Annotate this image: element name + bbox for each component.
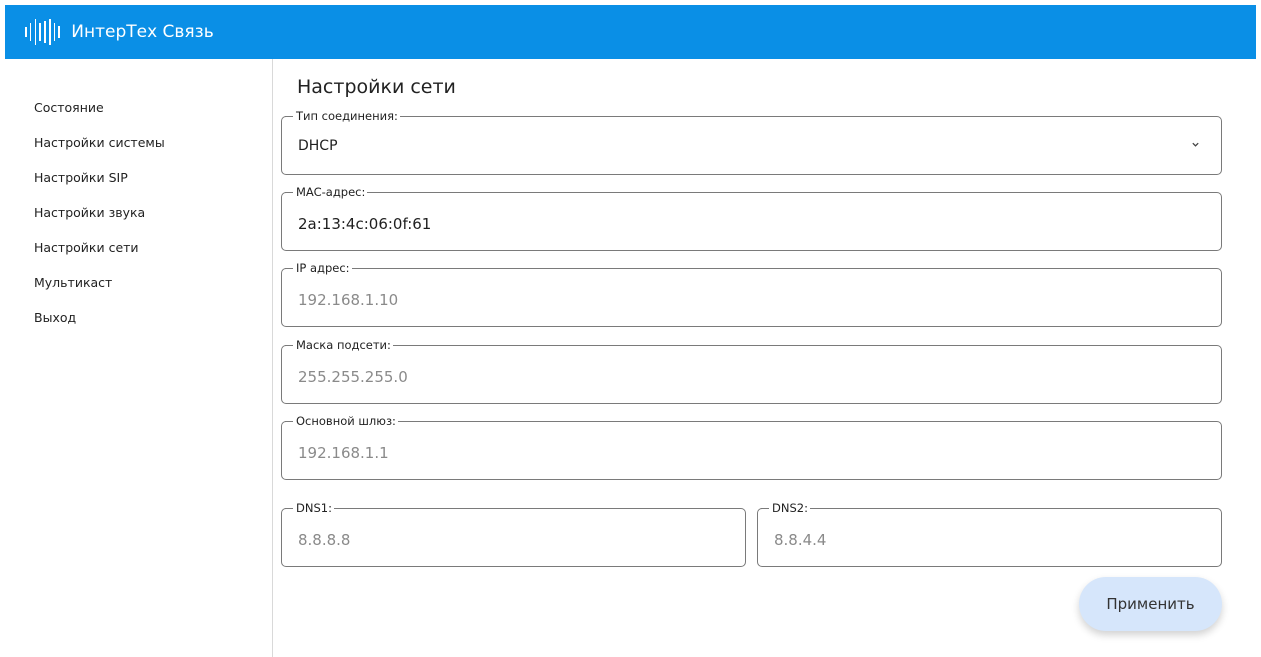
dns1-placeholder: 8.8.8.8: [298, 531, 351, 549]
mac-address-value: 2a:13:4c:06:0f:61: [298, 215, 432, 233]
sidebar-item-logout[interactable]: Выход: [34, 310, 76, 325]
chevron-down-icon: [1192, 142, 1199, 147]
sidebar-item-sip-settings[interactable]: Настройки SIP: [34, 170, 128, 185]
dns1-label: DNS1:: [285, 501, 334, 516]
gateway-field[interactable]: Основной шлюз: 192.168.1.1: [281, 414, 1222, 480]
page-title: Настройки сети: [297, 76, 456, 98]
connection-type-value: DHCP: [298, 138, 338, 154]
subnet-mask-placeholder: 255.255.255.0: [298, 368, 408, 386]
apply-button[interactable]: Применить: [1079, 577, 1222, 631]
dns2-placeholder: 8.8.4.4: [774, 531, 827, 549]
dns2-field[interactable]: DNS2: 8.8.4.4: [757, 501, 1222, 567]
gateway-placeholder: 192.168.1.1: [298, 444, 389, 462]
mac-address-field[interactable]: MAC-адрес: 2a:13:4c:06:0f:61: [281, 185, 1222, 251]
ip-address-field[interactable]: IP адрес: 192.168.1.10: [281, 261, 1222, 327]
sidebar-item-network-settings[interactable]: Настройки сети: [34, 240, 139, 255]
sidebar-nav: Состояние Настройки системы Настройки SI…: [5, 59, 273, 657]
brand-logo[interactable]: ИнтерТех Связь: [25, 19, 214, 45]
gateway-label: Основной шлюз:: [285, 414, 398, 429]
mac-address-label: MAC-адрес:: [284, 185, 368, 200]
connection-type-select[interactable]: Тип соединения: DHCP: [281, 109, 1222, 175]
dns2-label: DNS2:: [761, 501, 810, 516]
subnet-mask-field[interactable]: Маска подсети: 255.255.255.0: [281, 338, 1222, 404]
connection-type-label: Тип соединения:: [285, 109, 400, 124]
soundwave-logo-icon: [25, 19, 63, 45]
subnet-mask-label: Маска подсети:: [285, 338, 393, 353]
sidebar-item-system-settings[interactable]: Настройки системы: [34, 135, 165, 150]
dns1-field[interactable]: DNS1: 8.8.8.8: [281, 501, 746, 567]
sidebar-item-audio-settings[interactable]: Настройки звука: [34, 205, 145, 220]
app-header: ИнтерТех Связь: [5, 5, 1256, 59]
sidebar-item-status[interactable]: Состояние: [34, 100, 104, 115]
sidebar-item-multicast[interactable]: Мультикаст: [34, 275, 112, 290]
brand-name: ИнтерТех Связь: [71, 22, 214, 42]
ip-address-label: IP адрес:: [285, 261, 352, 276]
ip-address-placeholder: 192.168.1.10: [298, 291, 399, 309]
